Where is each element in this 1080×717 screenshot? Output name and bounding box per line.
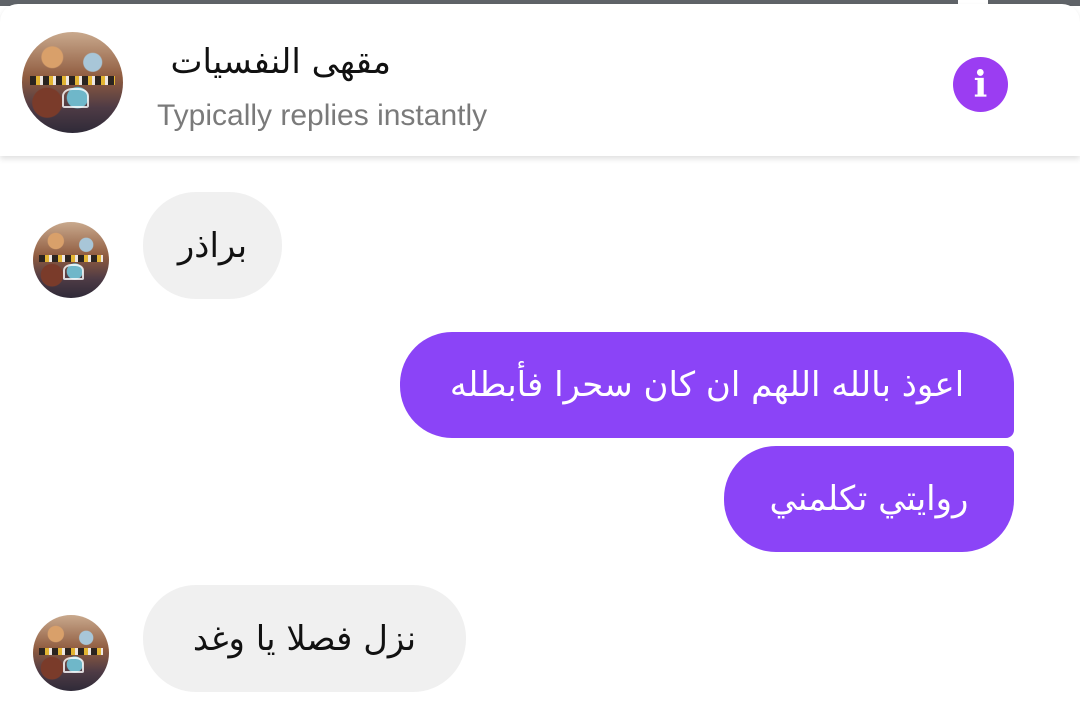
chat-header: مقهى النفسيات Typically replies instantl… xyxy=(0,4,1080,156)
message-text: اعوذ بالله اللهم ان كان سحرا فأبطله xyxy=(449,365,965,405)
message-text: براذر xyxy=(177,225,248,266)
message-text: نزل فصلا يا وغد xyxy=(192,618,417,659)
message-text: روايتي تكلمني xyxy=(769,479,969,519)
incoming-message[interactable]: براذر xyxy=(143,192,282,299)
outgoing-message[interactable]: روايتي تكلمني xyxy=(724,446,1014,552)
messenger-chat-screen: مقهى النفسيات Typically replies instantl… xyxy=(0,0,1080,717)
info-icon[interactable]: i xyxy=(953,57,1008,112)
sender-avatar[interactable] xyxy=(33,222,109,298)
chat-title[interactable]: مقهى النفسيات xyxy=(157,36,391,88)
outgoing-message[interactable]: اعوذ بالله اللهم ان كان سحرا فأبطله xyxy=(400,332,1014,438)
page-avatar[interactable] xyxy=(22,32,123,133)
sender-avatar[interactable] xyxy=(33,615,109,691)
reply-status: Typically replies instantly xyxy=(157,99,488,132)
message-thread: براذر اعوذ بالله اللهم ان كان سحرا فأبطل… xyxy=(0,156,1080,717)
info-glyph: i xyxy=(973,63,988,106)
incoming-message[interactable]: نزل فصلا يا وغد xyxy=(143,585,466,692)
